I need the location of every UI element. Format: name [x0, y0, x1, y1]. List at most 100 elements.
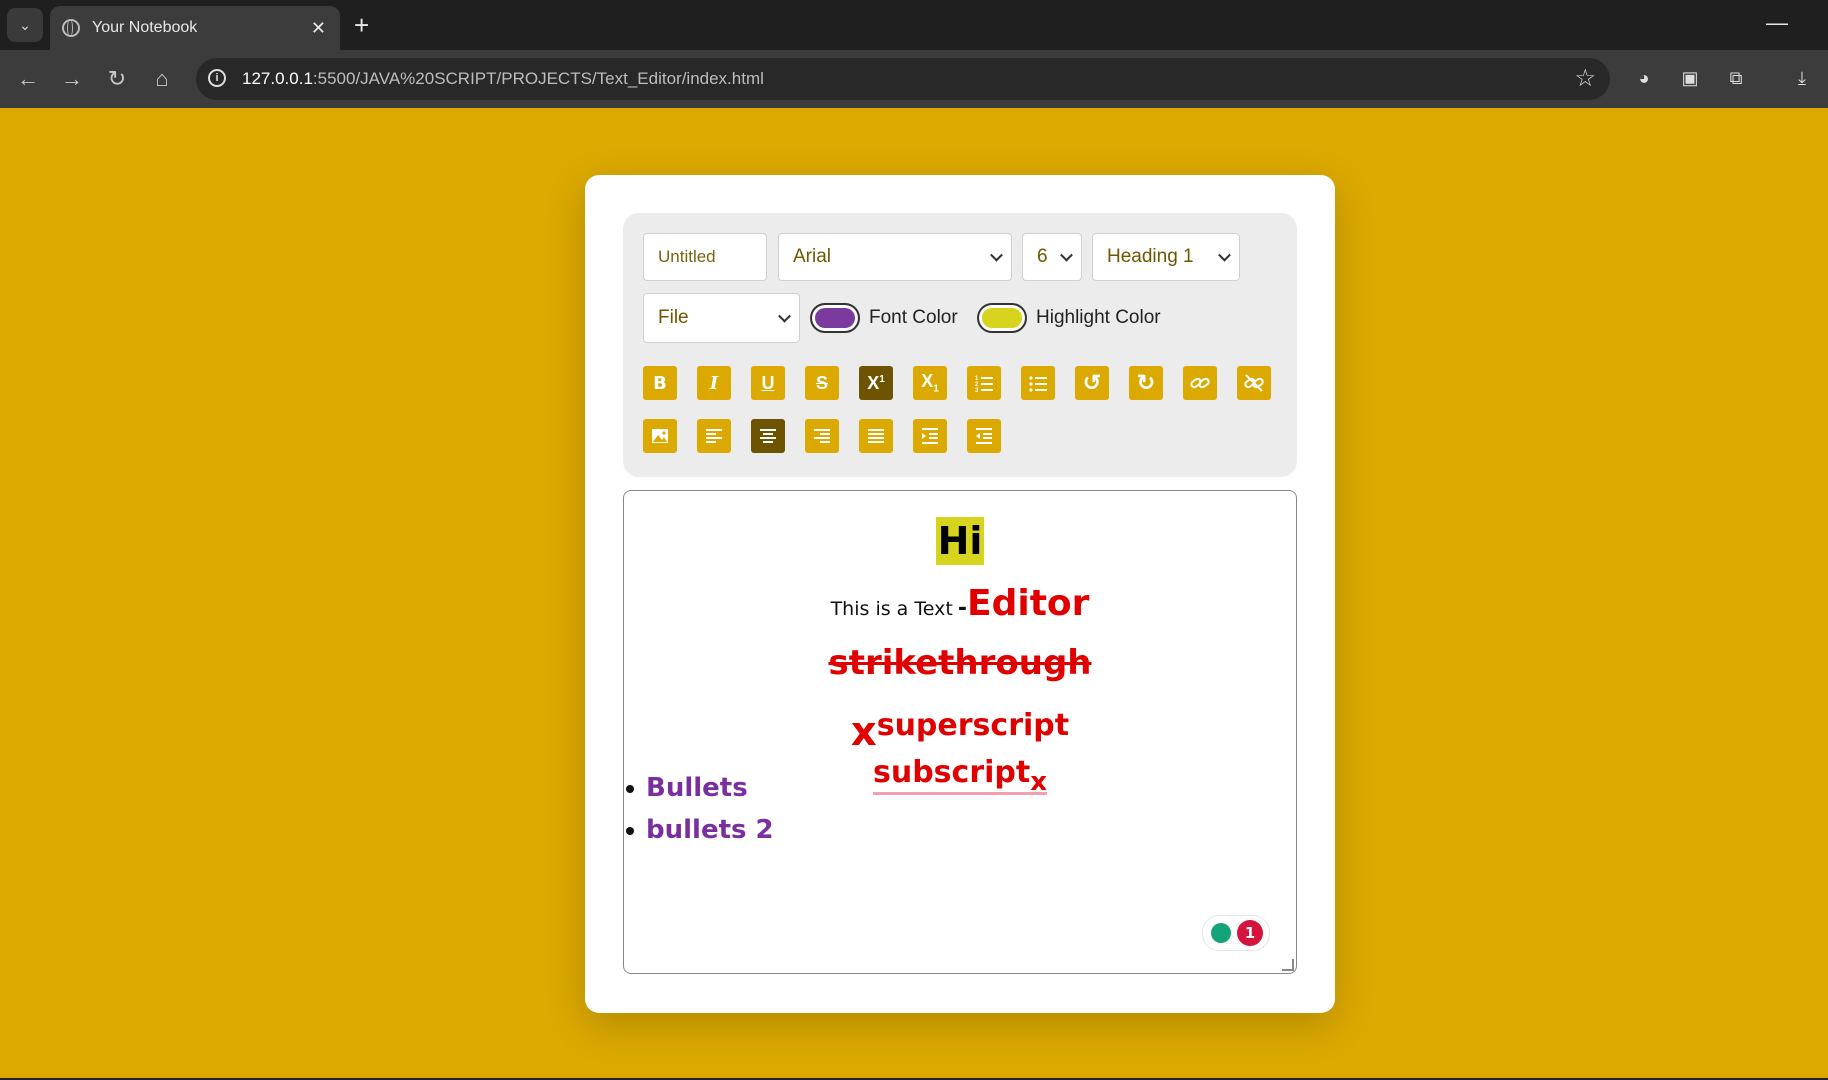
heading-value: Heading 1: [1107, 246, 1194, 267]
bookmark-star-icon[interactable]: ☆: [1574, 64, 1596, 93]
editor-line-2: This is a Text -Editor: [624, 583, 1296, 624]
list-item: Bullets: [626, 773, 748, 803]
ordered-list-icon: 123: [975, 376, 993, 393]
subscript-base: x: [1030, 767, 1047, 797]
font-color-picker[interactable]: [810, 303, 860, 333]
minimize-button[interactable]: —: [1766, 10, 1788, 36]
reload-icon[interactable]: ↻: [102, 64, 132, 94]
align-right-icon: [814, 429, 830, 443]
highlight-color-label: Highlight Color: [1036, 307, 1161, 328]
font-family-select[interactable]: Arial: [778, 233, 1012, 281]
align-right-button[interactable]: [805, 419, 839, 453]
indent-icon: [922, 428, 938, 444]
chevron-down-icon: [1218, 248, 1231, 262]
tab-search-button[interactable]: ⌄: [7, 8, 43, 42]
redo-icon: ↻: [1136, 370, 1156, 395]
home-icon[interactable]: ⌂: [147, 64, 177, 94]
forward-arrow-icon[interactable]: →: [57, 64, 87, 94]
strikethrough-icon: S: [815, 372, 828, 393]
file-select[interactable]: File: [643, 293, 800, 343]
indent-button[interactable]: [913, 419, 947, 453]
redo-button[interactable]: ↻: [1129, 366, 1163, 400]
editor-line-strike: strikethrough: [624, 643, 1296, 683]
font-size-select[interactable]: 6: [1022, 233, 1082, 281]
link-button[interactable]: [1183, 366, 1217, 400]
bullet-text-2: bullets 2: [646, 815, 774, 845]
justify-button[interactable]: [859, 419, 893, 453]
insert-image-button[interactable]: [643, 419, 677, 453]
unlink-icon: [1244, 374, 1264, 392]
strikethrough-button[interactable]: S: [805, 366, 839, 400]
font-family-value: Arial: [793, 246, 832, 267]
browser-tab[interactable]: Your Notebook ✕: [50, 6, 340, 50]
chevron-down-icon: [1060, 248, 1073, 262]
url-text[interactable]: 127.0.0.1:5500/JAVA%20SCRIPT/PROJECTS/Te…: [242, 58, 764, 100]
highlight-color-picker[interactable]: [977, 303, 1027, 333]
subscript-icon: X1: [921, 371, 939, 395]
strikethrough-text: strikethrough: [828, 643, 1092, 683]
bullet-icon: [626, 784, 634, 793]
back-arrow-icon[interactable]: ←: [13, 64, 43, 94]
font-color-label: Font Color: [869, 307, 958, 328]
undo-button[interactable]: ↺: [1075, 366, 1109, 400]
browser-toolbar: ← → ↻ ⌂ i 127.0.0.1:5500/JAVA%20SCRIPT/P…: [0, 50, 1828, 108]
superscript-base: x: [850, 709, 877, 755]
extension-icon[interactable]: ◕: [1630, 64, 1658, 92]
heading-select[interactable]: Heading 1: [1092, 233, 1240, 281]
bullet-text-1: Bullets: [646, 773, 748, 803]
link-icon: [1190, 377, 1210, 389]
ordered-list-button[interactable]: 123: [967, 366, 1001, 400]
dash-text: -: [957, 596, 968, 621]
editor-red-text: Editor: [967, 583, 1090, 624]
editor-line-heading: Hi: [624, 517, 1296, 565]
justify-icon: [868, 429, 884, 443]
unlink-button[interactable]: [1237, 366, 1271, 400]
outdent-button[interactable]: [967, 419, 1001, 453]
align-left-button[interactable]: [697, 419, 731, 453]
browser-tabbar: ⌄ Your Notebook ✕ + —: [0, 0, 1828, 50]
tab-close-icon[interactable]: ✕: [311, 18, 326, 39]
file-value: File: [658, 307, 689, 328]
address-bar[interactable]: i 127.0.0.1:5500/JAVA%20SCRIPT/PROJECTS/…: [196, 58, 1610, 100]
tab-title: Your Notebook: [92, 19, 198, 36]
underline-button[interactable]: U: [751, 366, 785, 400]
unordered-list-button[interactable]: [1021, 366, 1055, 400]
toolbar-panel: Untitled Arial 6 Heading 1 File Font Col…: [623, 213, 1297, 477]
reading-mode-icon[interactable]: ▣: [1676, 64, 1704, 92]
grammarly-widget[interactable]: 1: [1202, 915, 1270, 951]
superscript-button[interactable]: X1: [859, 366, 893, 400]
chevron-down-icon: [778, 309, 791, 323]
grammarly-count-badge: 1: [1237, 920, 1263, 946]
heading-text: Hi: [935, 517, 985, 565]
bold-button[interactable]: B: [643, 366, 677, 400]
align-center-button[interactable]: [751, 419, 785, 453]
bold-icon: B: [653, 372, 667, 394]
title-input[interactable]: Untitled: [643, 233, 767, 281]
italic-icon: I: [709, 372, 719, 394]
grammarly-icon: [1211, 923, 1231, 943]
site-info-icon[interactable]: i: [208, 69, 226, 87]
subscript-text: subscript: [872, 755, 1031, 790]
undo-icon: ↺: [1082, 370, 1102, 395]
new-tab-button[interactable]: +: [354, 10, 369, 40]
outdent-icon: [976, 428, 992, 444]
editor-card: Untitled Arial 6 Heading 1 File Font Col…: [585, 175, 1335, 1013]
superscript-text: superscript: [876, 708, 1070, 743]
plain-text: This is a Text: [830, 598, 953, 620]
editor-line-superscript: xsuperscript: [624, 699, 1296, 755]
subscript-button[interactable]: X1: [913, 366, 947, 400]
image-icon: [652, 429, 668, 443]
subscript-wrapper: subscriptx: [872, 755, 1047, 797]
bullet-icon: [626, 826, 634, 835]
superscript-icon: X1: [867, 372, 885, 393]
italic-button[interactable]: I: [697, 366, 731, 400]
list-item: bullets 2: [626, 815, 774, 845]
underline-icon: U: [761, 372, 775, 393]
svg-text:3: 3: [975, 388, 979, 393]
text-editor-area[interactable]: Hi This is a Text -Editor strikethrough …: [623, 490, 1297, 974]
extensions-puzzle-icon[interactable]: ⧉: [1722, 64, 1750, 92]
download-icon[interactable]: ⤓: [1788, 64, 1816, 92]
resize-handle-icon[interactable]: [1282, 959, 1294, 971]
globe-icon: [62, 19, 80, 37]
unordered-list-icon: [1029, 376, 1047, 392]
